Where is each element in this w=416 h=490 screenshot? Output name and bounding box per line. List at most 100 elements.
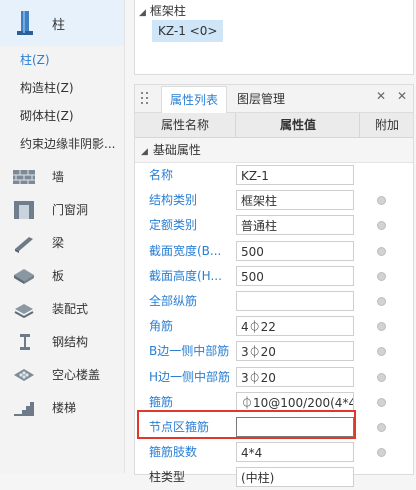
category-label: 装配式	[52, 302, 89, 316]
column-header-name: 属性名称	[160, 118, 209, 132]
beam-icon	[12, 233, 36, 253]
category-label: 梁	[52, 236, 65, 250]
category-label: 柱	[52, 17, 66, 33]
extra-checkbox[interactable]	[377, 422, 386, 432]
property-value-field[interactable]: 框架柱	[236, 190, 354, 211]
property-name[interactable]: 角筋	[149, 314, 235, 339]
slab-icon	[12, 266, 36, 286]
category-label: 墙	[52, 170, 65, 184]
table-row: 角筋 4⏀22	[135, 314, 413, 339]
category-slab[interactable]: 板	[0, 259, 124, 292]
sub-item-list: 柱(Z) 构造柱(Z) 砌体柱(Z) 约束边缘非阴影...	[0, 46, 124, 158]
category-prefab[interactable]: 装配式	[0, 292, 124, 325]
property-name[interactable]: 定额类别	[149, 213, 235, 238]
panel-tab-bar: 属性列表 图层管理 ✕ ✕	[135, 85, 413, 113]
component-tree-panel: ◢ 框架柱 KZ-1 <0>	[134, 0, 414, 75]
category-door-window[interactable]: 门窗洞	[0, 193, 124, 226]
table-row: 柱类型 (中柱)	[135, 465, 413, 490]
category-hollow-floor[interactable]: 空心楼盖	[0, 358, 124, 391]
property-value-field[interactable]: 500	[236, 240, 354, 261]
category-label: 钢结构	[52, 335, 89, 349]
category-stair[interactable]: 楼梯	[0, 391, 124, 424]
sub-item-column[interactable]: 柱(Z)	[0, 46, 120, 74]
drag-grip-icon[interactable]	[141, 92, 149, 105]
extra-checkbox[interactable]	[377, 221, 386, 231]
wall-icon	[12, 167, 36, 187]
category-steel-structure[interactable]: 钢结构	[0, 325, 124, 358]
table-row: 名称 KZ-1	[135, 163, 413, 188]
table-row: 结构类别 框架柱	[135, 188, 413, 213]
collapse-arrow-icon[interactable]: ◢	[141, 140, 148, 164]
tree-group[interactable]: ◢ 框架柱	[139, 2, 186, 19]
table-row: 节点区箍筋	[135, 415, 413, 440]
sub-item-masonry-column[interactable]: 砌体柱(Z)	[0, 102, 120, 130]
tree-item-selected[interactable]: KZ-1 <0>	[152, 20, 224, 42]
table-row: H边一侧中部筋 3⏀20	[135, 365, 413, 390]
property-value-field[interactable]: 3⏀20	[236, 366, 354, 387]
tab-layer-management[interactable]: 图层管理	[229, 86, 293, 112]
category-column[interactable]: 柱	[0, 0, 124, 46]
close-icon[interactable]: ✕	[376, 89, 386, 103]
category-label: 板	[52, 269, 65, 283]
category-label: 门窗洞	[52, 203, 89, 217]
table-row: 截面宽度(B... 500	[135, 239, 413, 264]
collapse-arrow-icon[interactable]: ◢	[139, 8, 146, 18]
category-wall[interactable]: 墙	[0, 160, 124, 193]
prefab-icon	[12, 299, 36, 319]
property-group-label: 基础属性	[152, 143, 201, 157]
sub-item-construction-column[interactable]: 构造柱(Z)	[0, 74, 120, 102]
property-name[interactable]: 截面高度(H...	[149, 264, 235, 289]
column-header-extra: 附加	[359, 113, 414, 137]
property-name: 柱类型	[149, 470, 186, 485]
column-icon	[14, 9, 36, 37]
table-row: B边一侧中部筋 3⏀20	[135, 339, 413, 364]
property-name[interactable]: 全部纵筋	[149, 289, 235, 314]
category-beam[interactable]: 梁	[0, 226, 124, 259]
extra-checkbox[interactable]	[377, 397, 386, 407]
property-value-field[interactable]: 普通柱	[236, 215, 354, 236]
extra-checkbox[interactable]	[377, 347, 386, 357]
extra-checkbox[interactable]	[377, 196, 386, 206]
property-name[interactable]: B边一侧中部筋	[149, 339, 235, 364]
extra-checkbox[interactable]	[377, 372, 386, 382]
tab-property-list[interactable]: 属性列表	[161, 86, 228, 113]
property-name[interactable]: 箍筋	[149, 390, 235, 415]
extra-checkbox[interactable]	[377, 271, 386, 281]
extra-checkbox[interactable]	[377, 322, 386, 332]
component-sidebar: 柱 柱(Z) 构造柱(Z) 砌体柱(Z) 约束边缘非阴影... 墙 门窗洞 梁	[0, 0, 125, 473]
table-row: 箍筋 ⏀10@100/200(4*4)	[135, 390, 413, 415]
property-name[interactable]: 箍筋肢数	[149, 440, 235, 465]
properties-panel: 属性列表 图层管理 ✕ ✕ 属性名称 属性值 附加 ◢ 基础属性 名称 KZ-1 结构…	[134, 84, 414, 488]
property-name[interactable]: 名称	[149, 163, 235, 188]
category-list: 墙 门窗洞 梁 板 装配式 钢结构 空心楼盖 楼梯	[0, 160, 124, 424]
table-row: 定额类别 普通柱	[135, 213, 413, 238]
property-value-field[interactable]: 500	[236, 265, 354, 286]
steel-structure-icon	[12, 332, 36, 352]
table-row: 箍筋肢数 4*4	[135, 440, 413, 465]
property-group[interactable]: ◢ 基础属性	[135, 138, 413, 163]
property-value-field[interactable]: 3⏀20	[236, 341, 354, 362]
door-window-icon	[12, 200, 36, 220]
property-name[interactable]: 结构类别	[149, 188, 235, 213]
extra-checkbox[interactable]	[377, 448, 386, 458]
property-name[interactable]: H边一侧中部筋	[149, 365, 235, 390]
category-label: 楼梯	[52, 401, 77, 415]
property-value-field[interactable]: 4*4	[236, 442, 354, 463]
extra-checkbox[interactable]	[377, 296, 386, 306]
category-label: 空心楼盖	[52, 368, 101, 382]
property-name[interactable]: 节点区箍筋	[149, 415, 235, 440]
extra-checkbox[interactable]	[377, 246, 386, 256]
property-value-field[interactable]: KZ-1	[236, 165, 354, 185]
table-row: 全部纵筋	[135, 289, 413, 314]
property-value-field[interactable]: (中柱)	[236, 467, 354, 488]
tree-group-label: 框架柱	[149, 4, 186, 18]
property-name[interactable]: 截面宽度(B...	[149, 239, 235, 264]
property-value-field[interactable]: ⏀10@100/200(4*4)	[236, 391, 354, 412]
close-icon[interactable]: ✕	[397, 89, 407, 103]
table-header: 属性名称 属性值 附加	[135, 113, 413, 138]
property-value-field[interactable]	[236, 416, 354, 437]
property-value-field[interactable]	[236, 290, 354, 311]
column-header-value: 属性值	[235, 113, 360, 137]
property-value-field[interactable]: 4⏀22	[236, 316, 354, 337]
sub-item-constrained-edge[interactable]: 约束边缘非阴影...	[0, 130, 120, 158]
